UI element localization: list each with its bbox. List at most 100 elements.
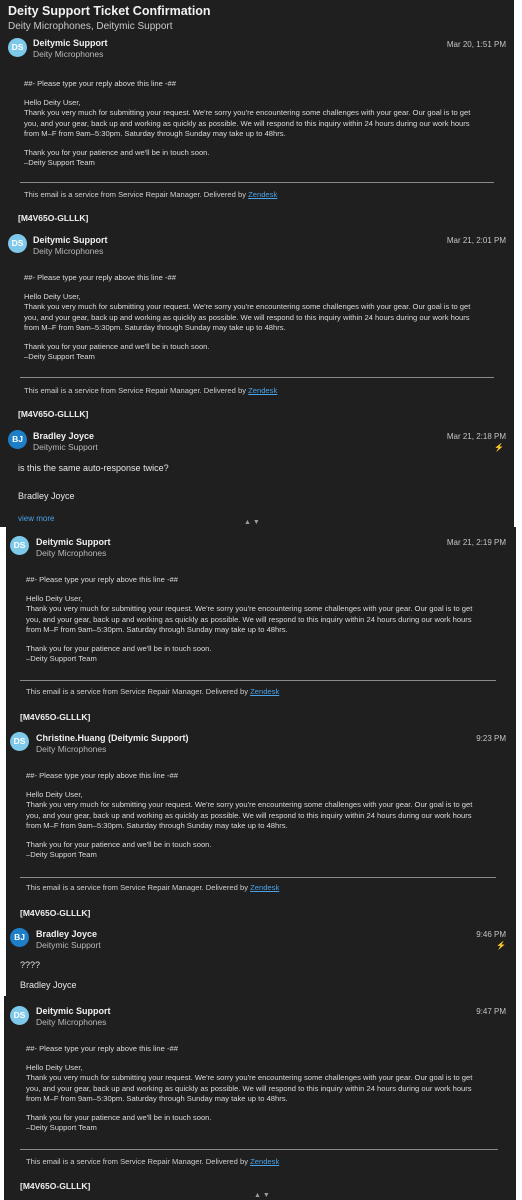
- zendesk-link[interactable]: Zendesk: [248, 190, 277, 199]
- greeting: Hello Deity User,: [26, 594, 83, 604]
- message-time: 9:46 PM: [476, 930, 506, 939]
- zendesk-link[interactable]: Zendesk: [250, 883, 279, 892]
- body-line: you, and your gear, back up and working …: [26, 810, 472, 820]
- reply-text: is this the same auto-response twice?: [18, 463, 169, 473]
- closing: Thank you for your patience and we'll be…: [26, 644, 212, 654]
- conversation-panel-3: DS Deitymic Support Deity Microphones 9:…: [4, 996, 516, 1200]
- email-footer: This email is a service from Service Rep…: [26, 883, 280, 892]
- closing: Thank you for your patience and we'll be…: [26, 1113, 212, 1123]
- zendesk-link[interactable]: Zendesk: [250, 687, 279, 696]
- signature: –Deity Support Team: [26, 1123, 97, 1133]
- sender-name[interactable]: Bradley Joyce: [33, 431, 94, 441]
- message-time: Mar 21, 2:01 PM: [446, 236, 506, 245]
- closing: Thank you for your patience and we'll be…: [24, 148, 210, 158]
- email-footer: This email is a service from Service Rep…: [24, 190, 278, 199]
- message-time: 9:23 PM: [476, 734, 506, 743]
- message-body: ##- Please type your reply above this li…: [26, 771, 496, 860]
- ticket-id: [M4V65O-GLLLK]: [18, 409, 89, 419]
- body-line: Thank you very much for submitting your …: [26, 1073, 473, 1083]
- ticket-id: [M4V65O-GLLLK]: [20, 712, 91, 722]
- body-line: Thank you very much for submitting your …: [24, 108, 471, 118]
- body-line: from M–F from 9am–5:30pm. Saturday throu…: [24, 128, 286, 138]
- thread-title: Deity Support Ticket Confirmation: [8, 4, 211, 18]
- sender-name[interactable]: Deitymic Support: [33, 235, 108, 245]
- message-time: Mar 20, 1:51 PM: [446, 40, 506, 49]
- zendesk-link[interactable]: Zendesk: [250, 1157, 279, 1166]
- conversation-panel-1: Deity Support Ticket Confirmation Deity …: [0, 0, 514, 527]
- divider: [20, 377, 494, 378]
- ticket-id: [M4V65O-GLLLK]: [20, 908, 91, 918]
- zendesk-link[interactable]: Zendesk: [248, 386, 277, 395]
- collapse-expand-arrows-icon[interactable]: ▲▼: [254, 1192, 272, 1199]
- sender-name[interactable]: Bradley Joyce: [36, 929, 97, 939]
- avatar[interactable]: DS: [10, 732, 29, 751]
- email-footer: This email is a service from Service Rep…: [26, 687, 280, 696]
- sender-org: Deity Microphones: [33, 246, 104, 256]
- avatar[interactable]: DS: [10, 536, 29, 555]
- greeting: Hello Deity User,: [24, 292, 81, 302]
- email-footer: This email is a service from Service Rep…: [24, 386, 278, 395]
- avatar[interactable]: DS: [8, 38, 27, 57]
- greeting: Hello Deity User,: [26, 790, 83, 800]
- body-line: you, and your gear, back up and working …: [26, 614, 472, 624]
- body-line: from M–F from 9am–5:30pm. Saturday throu…: [24, 322, 286, 332]
- view-more-link[interactable]: view more: [18, 514, 54, 523]
- avatar[interactable]: DS: [8, 234, 27, 253]
- body-line: Thank you very much for submitting your …: [26, 604, 473, 614]
- avatar[interactable]: BJ: [8, 430, 27, 449]
- reply-marker: ##- Please type your reply above this li…: [24, 273, 176, 282]
- avatar[interactable]: DS: [10, 1006, 29, 1025]
- message-body: ##- Please type your reply above this li…: [26, 575, 496, 664]
- divider: [20, 182, 494, 183]
- sender-name[interactable]: Christine.Huang (Deitymic Support): [36, 733, 189, 743]
- sender-org: Deity Microphones: [36, 744, 107, 754]
- reply-signoff: Bradley Joyce: [18, 491, 75, 501]
- signature: –Deity Support Team: [24, 352, 95, 362]
- reply-marker: ##- Please type your reply above this li…: [26, 575, 178, 584]
- greeting: Hello Deity User,: [26, 1063, 83, 1073]
- sender-name[interactable]: Deitymic Support: [36, 1006, 111, 1016]
- thread-participants: Deity Microphones, Deitymic Support: [8, 21, 173, 32]
- reply-marker: ##- Please type your reply above this li…: [26, 771, 178, 780]
- collapse-expand-arrows-icon[interactable]: ▲▼: [244, 519, 262, 526]
- greeting: Hello Deity User,: [24, 98, 81, 108]
- closing: Thank you for your patience and we'll be…: [26, 840, 212, 850]
- sender-org: Deity Microphones: [33, 49, 104, 59]
- sender-org: Deity Microphones: [36, 1017, 107, 1027]
- message-time: Mar 21, 2:18 PM: [446, 432, 506, 441]
- body-line: Thank you very much for submitting your …: [24, 302, 471, 312]
- ticket-id: [M4V65O-GLLLK]: [18, 213, 89, 223]
- reply-marker: ##- Please type your reply above this li…: [26, 1044, 178, 1053]
- lightning-bolt-icon: ⚡: [496, 941, 506, 950]
- message-body: ##- Please type your reply above this li…: [24, 79, 494, 168]
- body-line: you, and your gear, back up and working …: [26, 1083, 472, 1093]
- message-body: ##- Please type your reply above this li…: [24, 273, 494, 362]
- ticket-id: [M4V65O-GLLLK]: [20, 1181, 91, 1191]
- sender-org: Deitymic Support: [33, 442, 98, 452]
- closing: Thank you for your patience and we'll be…: [24, 342, 210, 352]
- sender-org: Deity Microphones: [36, 548, 107, 558]
- lightning-bolt-icon: ⚡: [494, 443, 504, 452]
- sender-name[interactable]: Deitymic Support: [33, 38, 108, 48]
- body-line: from M–F from 9am–5:30pm. Saturday throu…: [26, 1093, 288, 1103]
- reply-signoff: Bradley Joyce: [20, 980, 77, 990]
- signature: –Deity Support Team: [26, 654, 97, 664]
- body-line: from M–F from 9am–5:30pm. Saturday throu…: [26, 820, 288, 830]
- signature: –Deity Support Team: [24, 158, 95, 168]
- email-footer: This email is a service from Service Rep…: [26, 1157, 280, 1166]
- message-body: ##- Please type your reply above this li…: [26, 1044, 496, 1133]
- conversation-panel-2: DS Deitymic Support Deity Microphones Ma…: [6, 527, 516, 996]
- avatar[interactable]: BJ: [10, 928, 29, 947]
- message-time: 9:47 PM: [476, 1007, 506, 1016]
- message-time: Mar 21, 2:19 PM: [446, 538, 506, 547]
- divider: [20, 680, 496, 681]
- body-line: you, and your gear, back up and working …: [24, 312, 470, 322]
- signature: –Deity Support Team: [26, 850, 97, 860]
- reply-marker: ##- Please type your reply above this li…: [24, 79, 176, 88]
- sender-org: Deitymic Support: [36, 940, 101, 950]
- divider: [20, 877, 496, 878]
- body-line: from M–F from 9am–5:30pm. Saturday throu…: [26, 624, 288, 634]
- sender-name[interactable]: Deitymic Support: [36, 537, 111, 547]
- body-line: Thank you very much for submitting your …: [26, 800, 473, 810]
- reply-text: ????: [20, 960, 41, 970]
